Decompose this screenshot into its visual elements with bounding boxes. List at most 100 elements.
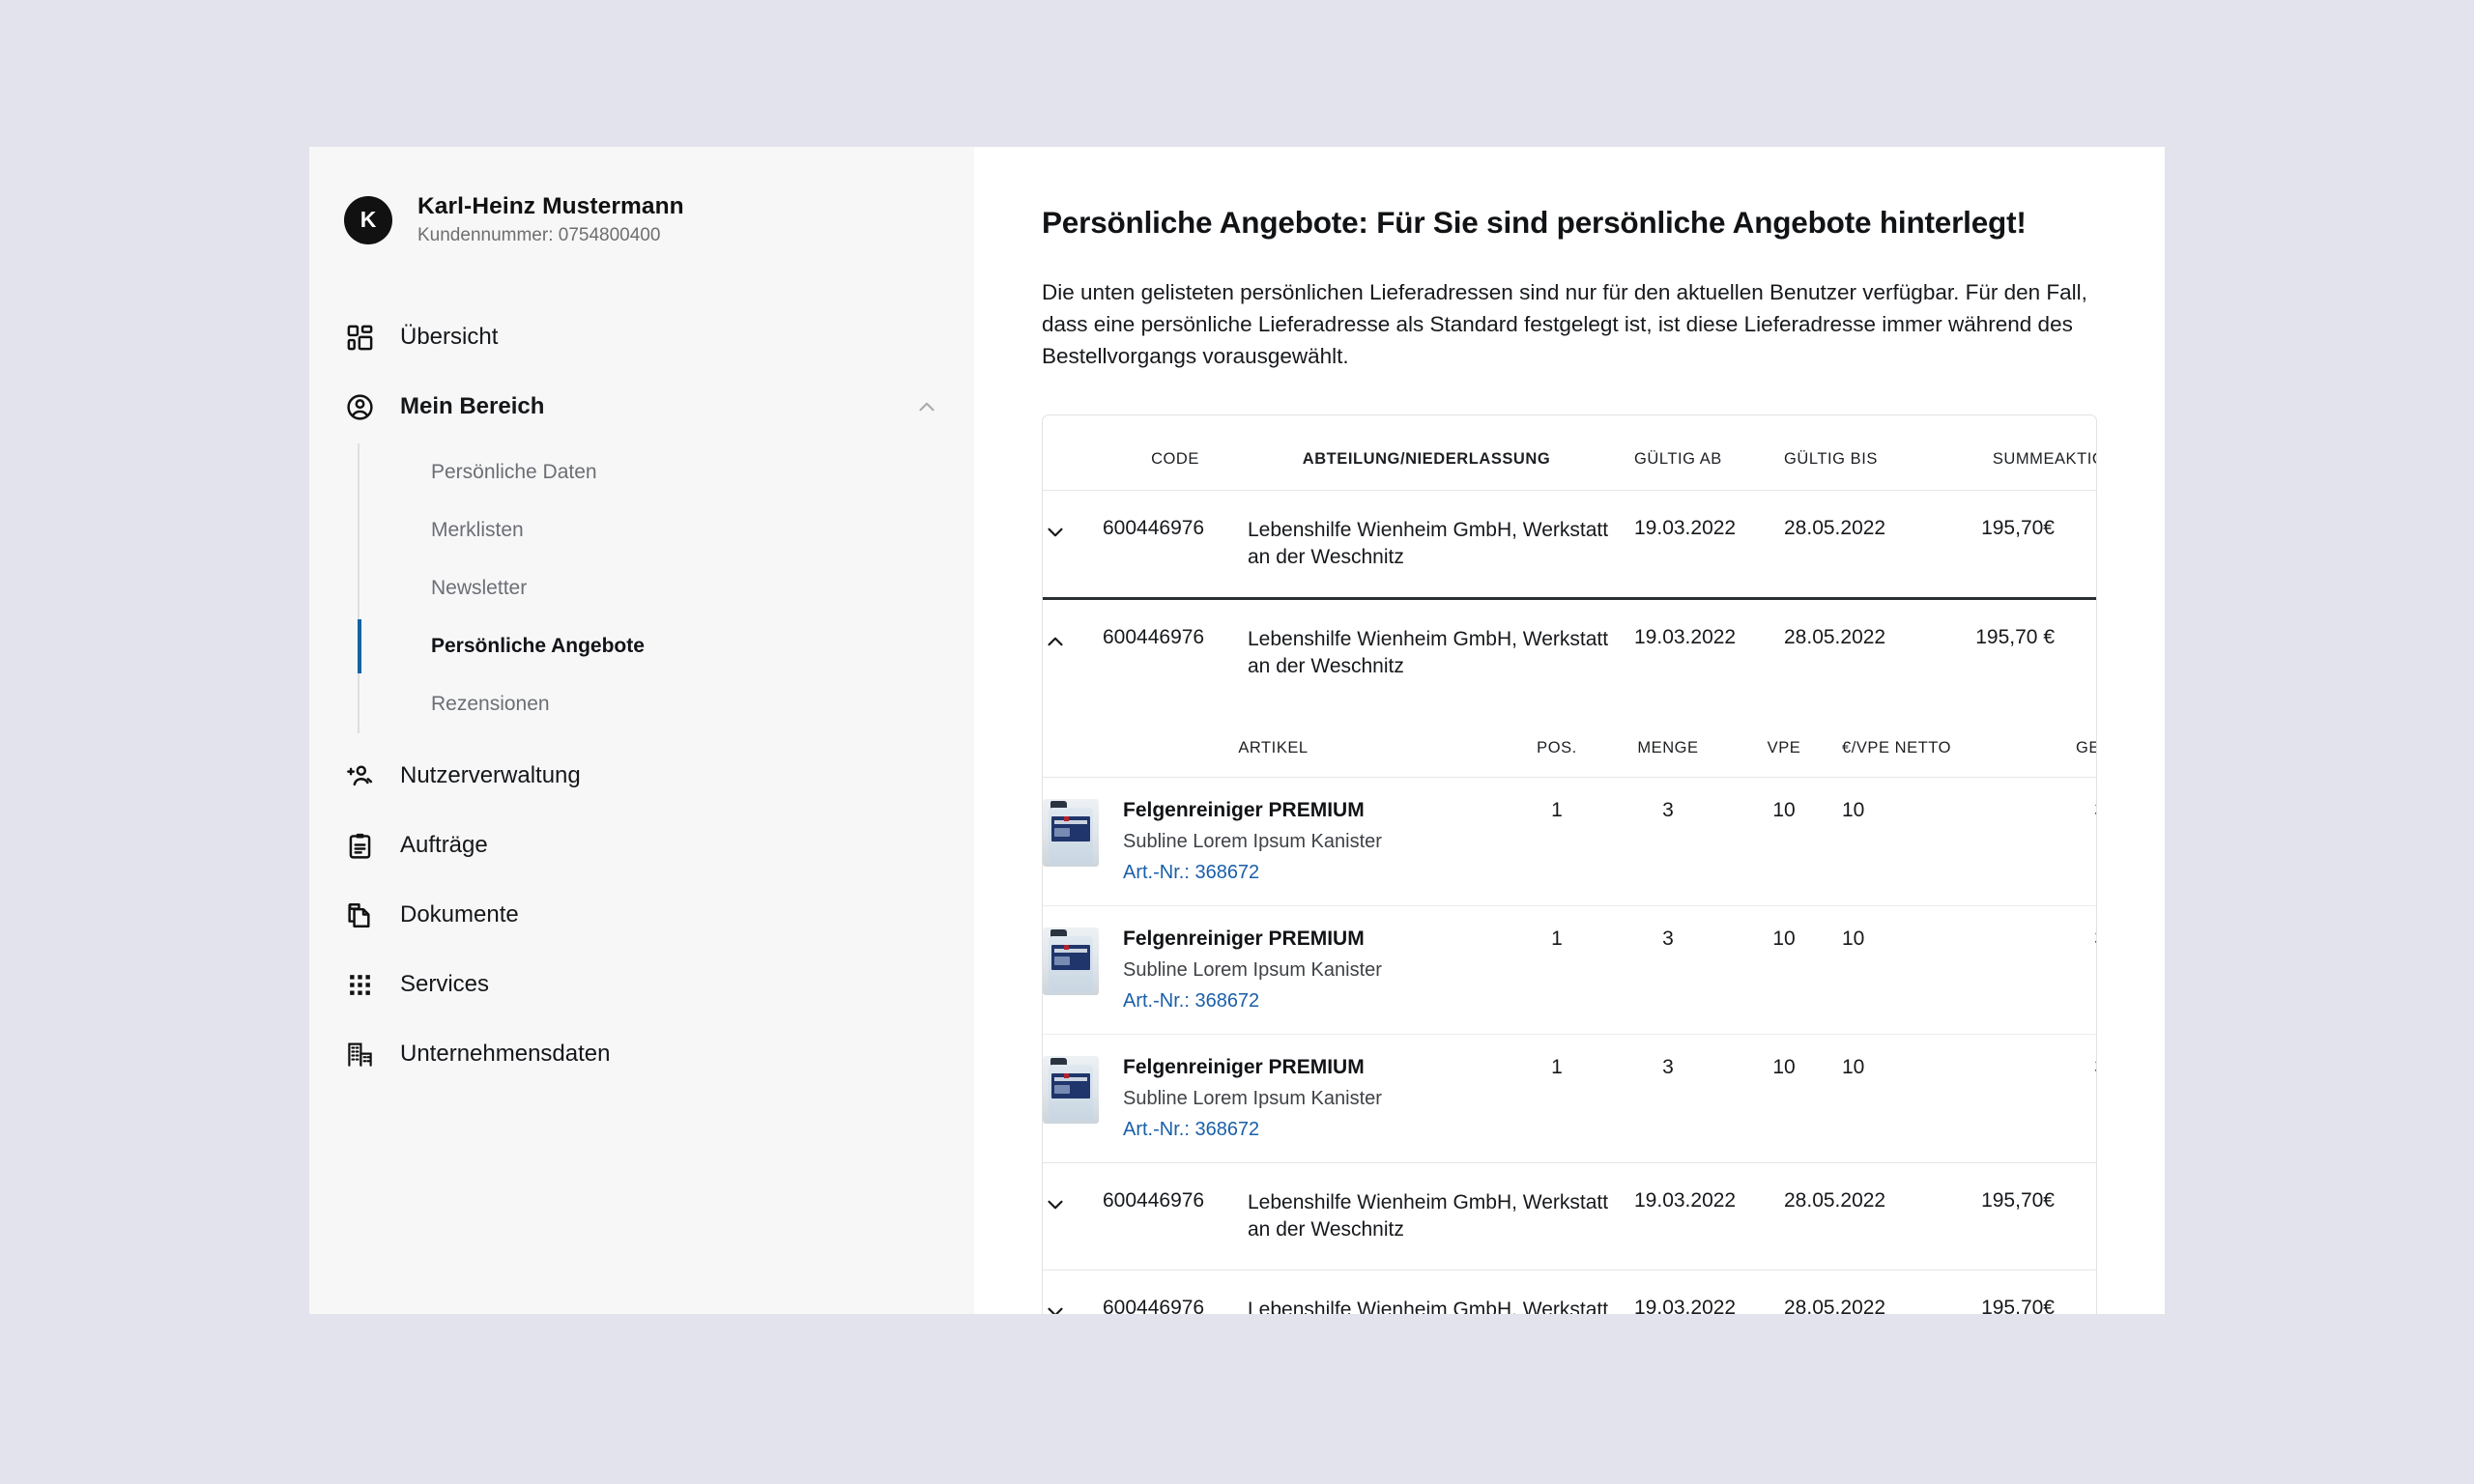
article-title: Felgenreiniger PREMIUM <box>1123 1055 1365 1078</box>
sub-navigation: Persönliche Daten Merklisten Newsletter … <box>358 443 974 733</box>
chevron-up-icon[interactable] <box>1043 629 1068 654</box>
building-icon <box>344 1039 375 1070</box>
sidebar-item-label: Services <box>400 971 490 997</box>
apps-grid-icon <box>344 969 375 1000</box>
header-action: AKTION <box>2055 415 2096 492</box>
main-navigation: Übersicht Mein Bereich Persönliche Daten… <box>309 302 974 1089</box>
chevron-up-icon[interactable] <box>914 394 939 419</box>
articles-header-row: ARTIKEL POS. MENGE VPE €/VPE NETTO GESAM… <box>1043 705 2096 778</box>
sidebar-subitem-persoenliche-angebote[interactable]: Persönliche Angebote <box>358 617 974 675</box>
sidebar-item-services[interactable]: Services <box>309 950 974 1019</box>
table-row[interactable]: 600446976 Lebenshilfe Wienheim GmbH, Wer… <box>1043 1162 2096 1270</box>
article-gesamt: 30,- € <box>2011 1034 2096 1163</box>
article-row[interactable]: Felgenreiniger PREMIUM Subline Lorem Ips… <box>1043 905 2096 1035</box>
row-valid-from: 19.03.2022 <box>1634 1270 1784 1314</box>
article-vpe: 10 <box>1726 777 1842 906</box>
row-valid-to: 28.05.2022 <box>1784 626 1886 649</box>
row-valid-from: 19.03.2022 <box>1634 1162 1784 1270</box>
row-valid-to: 28.05.2022 <box>1784 490 1929 601</box>
sidebar-item-uebersicht[interactable]: Übersicht <box>309 302 974 372</box>
expand-cell[interactable] <box>1043 1270 1103 1314</box>
table-row[interactable]: 600446976 Lebenshilfe Wienheim GmbH, Wer… <box>1043 599 2096 706</box>
row-sum: 195,70€ <box>1929 1162 2055 1270</box>
article-pos: 1 <box>1504 1034 1610 1163</box>
sidebar-subitem-merklisten[interactable]: Merklisten <box>431 501 974 559</box>
row-department: Lebenshilfe Wienheim GmbH, Werkstatt an … <box>1248 1162 1634 1270</box>
article-gesamt: 30,- € <box>2011 905 2096 1035</box>
account-circle-icon <box>344 391 375 422</box>
sidebar-item-label: Dokumente <box>400 901 519 928</box>
row-valid-to: 28.05.2022 <box>1784 1270 1929 1314</box>
dashboard-icon <box>344 322 375 353</box>
row-sum: 195,70 € <box>1975 626 2055 649</box>
main-content: Persönliche Angebote: Für Sie sind persö… <box>974 147 2165 1314</box>
header-valid-from: GÜLTIG AB <box>1634 415 1784 492</box>
product-image <box>1043 798 1099 867</box>
sidebar-item-unternehmensdaten[interactable]: Unternehmensdaten <box>309 1019 974 1089</box>
header-pos: POS. <box>1504 705 1610 778</box>
article-number-link[interactable]: Art.-Nr.: 368672 <box>1123 1119 1382 1141</box>
sidebar-subitem-rezensionen[interactable]: Rezensionen <box>431 675 974 733</box>
row-action-cell[interactable] <box>2055 1162 2096 1270</box>
subitem-label: Newsletter <box>431 577 528 599</box>
sidebar-subitem-newsletter[interactable]: Newsletter <box>431 559 974 617</box>
offers-table: CODE ABTEILUNG/NIEDERLASSUNG GÜLTIG AB G… <box>1043 415 2096 1314</box>
chevron-down-icon[interactable] <box>1043 1299 1068 1314</box>
expand-cell[interactable] <box>1043 490 1103 601</box>
user-profile: K Karl-Heinz Mustermann Kundennummer: 07… <box>309 193 974 246</box>
row-code: 600446976 <box>1103 490 1248 601</box>
row-action-cell[interactable] <box>2055 599 2096 706</box>
article-netto: 10 <box>1842 1034 2011 1163</box>
clipboard-icon <box>344 830 375 861</box>
profile-customer-number: Kundennummer: 0754800400 <box>417 225 661 245</box>
sidebar-item-mein-bereich[interactable]: Mein Bereich <box>309 372 974 442</box>
sidebar-item-label: Aufträge <box>400 832 488 858</box>
expand-cell[interactable] <box>1043 599 1103 706</box>
article-menge: 3 <box>1610 905 1726 1035</box>
person-add-icon <box>344 760 375 791</box>
row-department: Lebenshilfe Wienheim GmbH, Werkstatt an … <box>1248 490 1634 601</box>
expand-cell[interactable] <box>1043 1162 1103 1270</box>
article-title: Felgenreiniger PREMIUM <box>1123 798 1365 821</box>
row-sum: 195,70€ <box>1929 1270 2055 1314</box>
row-code: 600446976 <box>1103 1270 1248 1314</box>
chevron-down-icon[interactable] <box>1043 520 1068 545</box>
article-pos: 1 <box>1504 777 1610 906</box>
sidebar-item-nutzerverwaltung[interactable]: Nutzerverwaltung <box>309 741 974 811</box>
row-valid-to: 28.05.2022 <box>1784 1162 1929 1270</box>
subitem-label: Rezensionen <box>431 693 550 715</box>
article-row[interactable]: Felgenreiniger PREMIUM Subline Lorem Ips… <box>1043 777 2096 906</box>
article-subline: Subline Lorem Ipsum Kanister <box>1123 830 1382 852</box>
table-row[interactable]: 600446976 Lebenshilfe Wienheim GmbH, Wer… <box>1043 1270 2096 1314</box>
documents-icon <box>344 899 375 930</box>
sidebar-item-dokumente[interactable]: Dokumente <box>309 880 974 950</box>
article-title: Felgenreiniger PREMIUM <box>1123 927 1365 950</box>
profile-name: Karl-Heinz Mustermann <box>417 193 684 219</box>
article-number-link[interactable]: Art.-Nr.: 368672 <box>1123 862 1382 884</box>
table-row[interactable]: 600446976 Lebenshilfe Wienheim GmbH, Wer… <box>1043 490 2096 601</box>
row-valid-from: 19.03.2022 <box>1634 490 1784 601</box>
header-menge: MENGE <box>1610 705 1726 778</box>
article-row[interactable]: Felgenreiniger PREMIUM Subline Lorem Ips… <box>1043 1034 2096 1163</box>
page-title: Persönliche Angebote: Für Sie sind persö… <box>1042 205 2097 241</box>
article-subline: Subline Lorem Ipsum Kanister <box>1123 958 1382 981</box>
article-number-link[interactable]: Art.-Nr.: 368672 <box>1123 990 1382 1013</box>
sidebar-item-auftraege[interactable]: Aufträge <box>309 811 974 880</box>
product-image <box>1043 1055 1099 1124</box>
article-cell: Felgenreiniger PREMIUM Subline Lorem Ips… <box>1043 777 1504 906</box>
sidebar-item-label: Mein Bereich <box>400 393 545 419</box>
row-action-cell[interactable] <box>2055 490 2096 601</box>
row-code: 600446976 <box>1103 626 1205 649</box>
header-sum: SUMME <box>1929 415 2055 492</box>
avatar: K <box>344 195 392 244</box>
article-cell: Felgenreiniger PREMIUM Subline Lorem Ips… <box>1043 1034 1504 1163</box>
article-gesamt: 30,- € <box>2011 777 2096 906</box>
article-pos: 1 <box>1504 905 1610 1035</box>
sidebar-subitem-persoenliche-daten[interactable]: Persönliche Daten <box>431 443 974 501</box>
header-code: CODE <box>1103 415 1248 492</box>
row-action-cell[interactable] <box>2055 1270 2096 1314</box>
article-vpe: 10 <box>1726 1034 1842 1163</box>
chevron-down-icon[interactable] <box>1043 1192 1068 1217</box>
article-vpe: 10 <box>1726 905 1842 1035</box>
sidebar-item-label: Übersicht <box>400 324 499 350</box>
